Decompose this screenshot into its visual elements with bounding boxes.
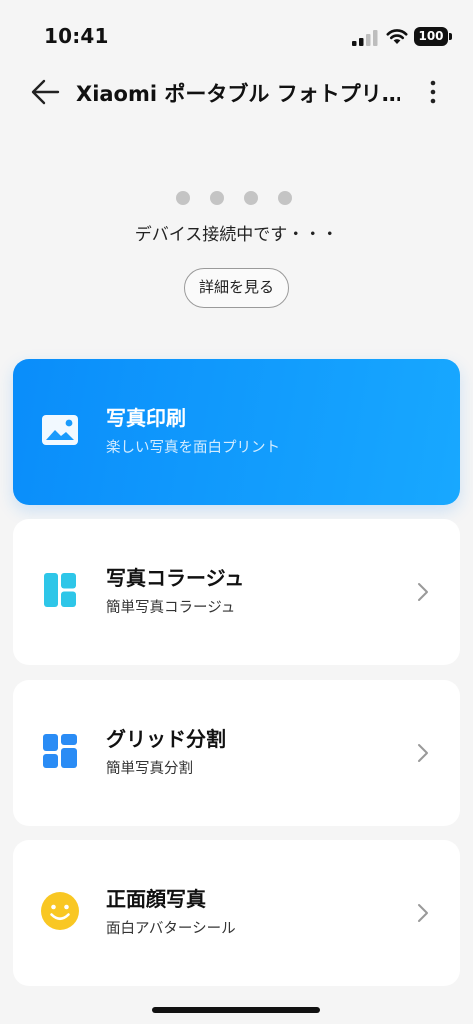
chevron-right-icon — [418, 904, 428, 922]
more-options-icon[interactable] — [420, 78, 446, 106]
card-title: 正面顔写真 — [106, 887, 206, 911]
status-time: 10:41 — [44, 24, 109, 48]
home-indicator[interactable] — [152, 1007, 320, 1013]
front-face-photo-card[interactable]: 正面顔写真 面白アバターシール — [13, 840, 460, 986]
loading-dots — [176, 191, 306, 207]
card-subtitle: 簡単写真コラージュ — [106, 600, 236, 616]
loading-dot — [278, 191, 292, 205]
back-arrow-icon[interactable] — [28, 76, 62, 108]
loading-dot — [210, 191, 224, 205]
loading-dot — [244, 191, 258, 205]
chevron-right-icon — [418, 744, 428, 762]
battery-tip — [449, 33, 452, 40]
app-header: Xiaomi ポータブル フォトプリ… — [0, 66, 473, 118]
loading-dot — [176, 191, 190, 205]
status-bar: 10:41 100 — [0, 0, 473, 60]
grid-split-card[interactable]: グリッド分割 簡単写真分割 — [13, 680, 460, 826]
smiley-icon — [41, 892, 79, 930]
card-title: 写真コラージュ — [106, 566, 245, 590]
card-subtitle: 面白アバターシール — [106, 921, 236, 937]
battery-level: 100 — [414, 27, 448, 46]
photo-collage-card[interactable]: 写真コラージュ 簡単写真コラージュ — [13, 519, 460, 665]
battery-indicator: 100 — [414, 27, 452, 46]
wifi-icon — [386, 29, 408, 44]
printer-home-screen: 10:41 100 Xiaomi ポータブル フォトプリ… デバイス接続中です・… — [0, 0, 473, 1024]
cellular-signal-icon — [352, 30, 378, 46]
connection-status-text: デバイス接続中です・・・ — [134, 225, 339, 245]
page-title: Xiaomi ポータブル フォトプリ… — [76, 82, 400, 106]
chevron-right-icon — [418, 583, 428, 601]
card-title: 写真印刷 — [106, 406, 186, 430]
photo-print-card[interactable]: 写真印刷 楽しい写真を面白プリント — [13, 359, 460, 505]
image-icon — [42, 415, 78, 445]
grid-icon — [43, 734, 77, 768]
collage-icon — [44, 573, 76, 607]
card-subtitle: 簡単写真分割 — [106, 761, 193, 777]
card-subtitle: 楽しい写真を面白プリント — [106, 440, 280, 456]
view-details-button[interactable]: 詳細を見る — [184, 268, 289, 308]
card-title: グリッド分割 — [106, 727, 226, 751]
